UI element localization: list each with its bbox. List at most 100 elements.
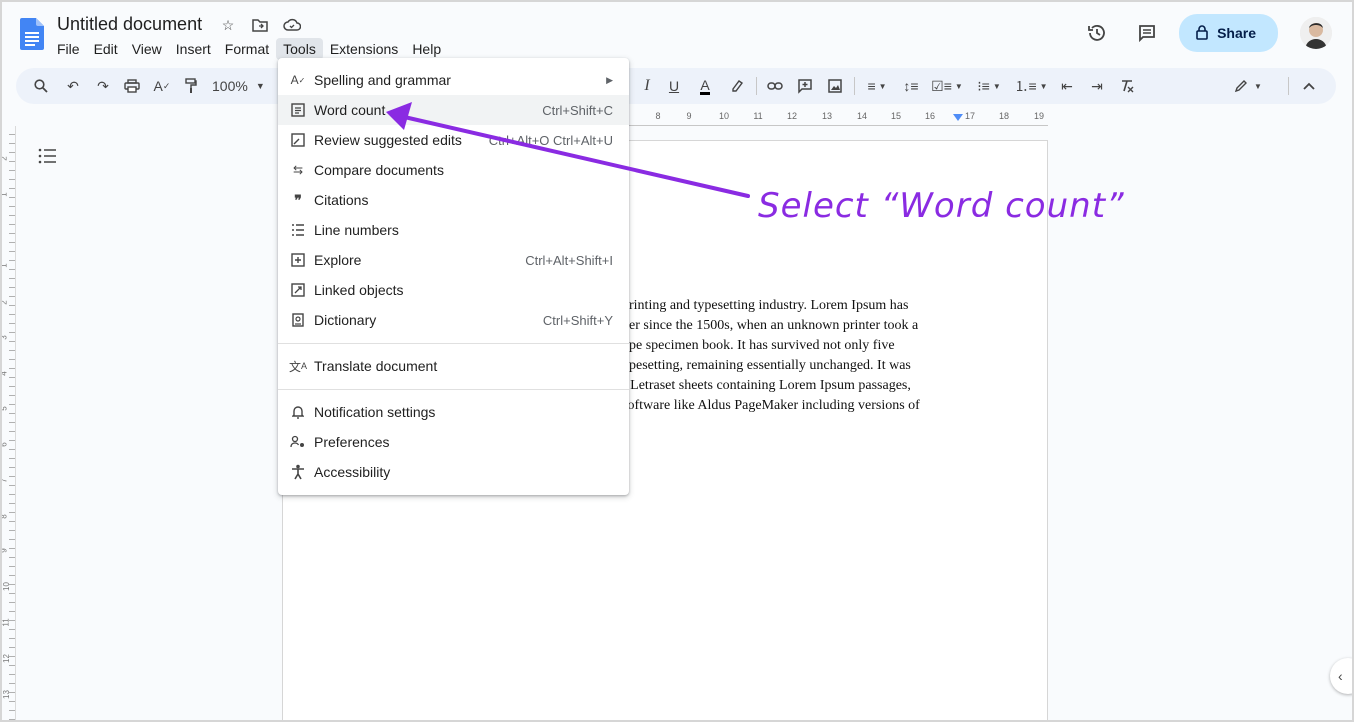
menu-item-accessibility[interactable]: Accessibility — [278, 457, 629, 487]
menu-edit[interactable]: Edit — [87, 38, 125, 60]
menu-item-review-edits[interactable]: Review suggested edits Ctrl+Alt+O Ctrl+A… — [278, 125, 629, 155]
menu-item-citations[interactable]: ❞ Citations — [278, 185, 629, 215]
menu-item-preferences[interactable]: Preferences — [278, 427, 629, 457]
menu-item-explore[interactable]: Explore Ctrl+Alt+Shift+I — [278, 245, 629, 275]
menu-item-notification-settings[interactable]: Notification settings — [278, 397, 629, 427]
linked-objects-icon — [290, 282, 306, 298]
zoom-value: 100% — [212, 78, 248, 94]
clear-formatting-icon[interactable] — [1116, 68, 1138, 104]
menu-format[interactable]: Format — [218, 38, 276, 60]
menu-item-label: Notification settings — [314, 404, 436, 420]
search-menus-icon[interactable] — [30, 68, 52, 104]
ruler-label: 10 — [1, 582, 11, 591]
menu-help[interactable]: Help — [405, 38, 448, 60]
menu-divider — [278, 389, 629, 390]
menu-item-shortcut: Ctrl+Shift+C — [542, 102, 613, 118]
highlight-icon[interactable] — [726, 68, 748, 104]
avatar[interactable] — [1300, 17, 1332, 49]
comments-icon[interactable] — [1129, 15, 1165, 51]
redo-icon[interactable]: ↷ — [92, 68, 114, 104]
ruler-label: 12 — [1, 654, 11, 663]
menu-item-word-count[interactable]: Word count Ctrl+Shift+C — [278, 95, 629, 125]
menu-item-label: Translate document — [314, 358, 438, 374]
menu-view[interactable]: View — [125, 38, 169, 60]
line-spacing-icon[interactable]: ↕≡ — [900, 68, 922, 104]
ruler-label: 1 — [0, 263, 9, 268]
zoom-select[interactable]: 100% ▼ — [212, 68, 272, 104]
menu-item-shortcut: Ctrl+Alt+O Ctrl+Alt+U — [488, 132, 613, 148]
cloud-status-icon[interactable] — [281, 14, 303, 36]
body-line: ypesetting, remaining essentially unchan… — [622, 358, 911, 373]
checklist-icon[interactable]: ☑≡ ▼ — [930, 68, 964, 104]
menu-divider — [278, 343, 629, 344]
ruler-label: 2 — [0, 300, 9, 305]
ruler-label: 19 — [1033, 111, 1045, 121]
menu-item-label: Dictionary — [314, 312, 377, 328]
paint-format-icon[interactable] — [180, 68, 202, 104]
document-outline-icon[interactable] — [38, 148, 58, 166]
version-history-icon[interactable] — [1079, 15, 1115, 51]
menu-item-translate-document[interactable]: 文A Translate document — [278, 351, 629, 381]
decrease-indent-icon[interactable]: ⇤ — [1056, 68, 1078, 104]
star-icon[interactable]: ☆ — [217, 14, 239, 36]
dictionary-icon — [290, 312, 306, 328]
annotation-label: Select “Word count” — [758, 186, 1125, 226]
menu-extensions[interactable]: Extensions — [323, 38, 405, 60]
ruler-label: 13 — [1, 690, 11, 699]
bell-icon — [290, 404, 306, 420]
vertical-ruler[interactable]: 2 1 1 2 3 4 5 6 7 8 9 10 11 12 13 — [0, 126, 16, 720]
menu-item-shortcut: Ctrl+Alt+Shift+I — [525, 252, 613, 268]
translate-icon: 文A — [288, 359, 308, 374]
lock-icon — [1195, 24, 1209, 43]
menu-item-dictionary[interactable]: Dictionary Ctrl+Shift+Y — [278, 305, 629, 335]
document-body-text[interactable]: printing and typesetting industry. Lorem… — [622, 296, 967, 416]
share-button[interactable]: Share — [1179, 14, 1278, 52]
menu-item-linked-objects[interactable]: Linked objects — [278, 275, 629, 305]
bulleted-list-icon[interactable]: ⁝≡ ▼ — [972, 68, 1006, 104]
tools-menu-dropdown: A ✓ Spelling and grammar ▶ Word count Ctr… — [278, 58, 629, 495]
toolbar-divider — [1288, 77, 1289, 95]
underline-icon[interactable]: U — [664, 68, 684, 104]
italic-icon[interactable]: I — [638, 68, 656, 104]
ruler-label: 9 — [0, 548, 9, 553]
hide-menus-icon[interactable] — [1298, 68, 1320, 104]
docs-logo-icon[interactable] — [20, 18, 44, 50]
menu-item-label: Linked objects — [314, 282, 404, 298]
increase-indent-icon[interactable]: ⇥ — [1086, 68, 1108, 104]
menu-item-label: Citations — [314, 192, 369, 208]
ruler-label: 11 — [753, 111, 763, 121]
menu-insert[interactable]: Insert — [169, 38, 218, 60]
menu-file[interactable]: File — [50, 38, 87, 60]
body-line: ype specimen book. It has survived not o… — [622, 338, 895, 353]
submenu-arrow-icon: ▶ — [606, 74, 613, 85]
ruler-label: 8 — [655, 111, 661, 121]
menu-tools[interactable]: Tools — [276, 38, 323, 60]
menu-item-line-numbers[interactable]: Line numbers — [278, 215, 629, 245]
move-folder-icon[interactable] — [249, 14, 271, 36]
body-line: printing and typesetting industry. Lorem… — [622, 298, 909, 313]
chevron-left-icon: ‹ — [1338, 668, 1343, 684]
toolbar-divider — [854, 77, 855, 95]
insert-image-icon[interactable] — [824, 68, 846, 104]
ruler-label: 15 — [890, 111, 902, 121]
body-line: ver since the 1500s, when an unknown pri… — [622, 318, 919, 333]
document-title[interactable]: Untitled document — [57, 14, 202, 35]
ruler-label: 4 — [0, 371, 9, 376]
menu-item-label: Explore — [314, 252, 362, 268]
ruler-label: 16 — [924, 111, 936, 121]
right-indent-marker[interactable] — [953, 114, 963, 121]
ruler-label: 13 — [821, 111, 833, 121]
numbered-list-icon[interactable]: ⒈≡ ▼ — [1014, 68, 1048, 104]
text-color-icon[interactable]: A — [694, 68, 716, 104]
print-icon[interactable] — [121, 68, 143, 104]
spellcheck-icon[interactable]: A ✓ — [151, 68, 173, 104]
editing-mode-icon[interactable]: ▼ — [1230, 68, 1266, 104]
insert-link-icon[interactable] — [764, 68, 786, 104]
side-panel-toggle-button[interactable]: ‹ — [1330, 658, 1354, 694]
menu-item-spelling-grammar[interactable]: A ✓ Spelling and grammar ▶ — [278, 65, 629, 95]
align-select-icon[interactable]: ≡ ▼ — [862, 68, 892, 104]
undo-icon[interactable]: ↶ — [62, 68, 84, 104]
add-comment-icon[interactable] — [794, 68, 816, 104]
ruler-label: 17 — [964, 111, 976, 121]
menu-item-compare-documents[interactable]: ⇆ Compare documents — [278, 155, 629, 185]
